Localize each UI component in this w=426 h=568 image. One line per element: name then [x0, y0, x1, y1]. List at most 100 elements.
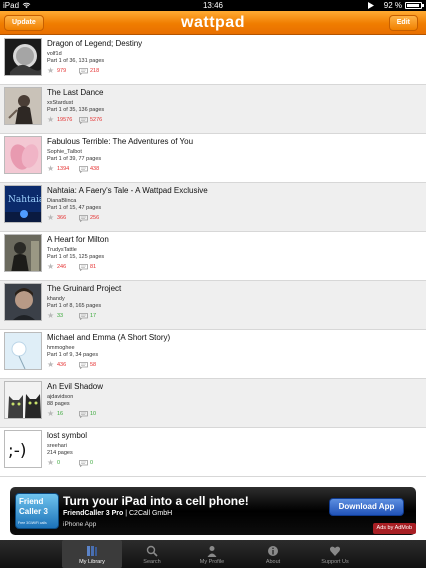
story-title: A Heart for Milton — [47, 235, 109, 244]
vote-count: 19576 — [57, 117, 73, 123]
star-icon: ★ — [47, 213, 55, 222]
story-author: DianaBlinca — [47, 198, 77, 204]
story-title: Nahtaia: A Faery's Tale - A Wattpad Excl… — [47, 186, 208, 195]
tab-label: My Library — [79, 559, 105, 565]
star-icon: ★ — [47, 409, 55, 418]
ad-product-line: FriendCaller 3 Pro | C2Call GmbH — [63, 510, 173, 517]
comment-icon — [79, 411, 88, 418]
vote-count: 33 — [57, 313, 64, 319]
tab-support-us[interactable]: Support Us — [305, 540, 365, 568]
about-icon — [267, 544, 279, 556]
story-title: Dragon of Legend; Destiny — [47, 39, 143, 48]
story-row[interactable]: The Gruinard Project khandy Part 1 of 8, 1… — [0, 281, 426, 330]
story-row[interactable]: ;-) lost symbol sreehari 214 pages ★ 0 0 — [0, 428, 426, 477]
story-author: hmmoghee — [47, 345, 75, 351]
wattpad-logo: wattpad — [181, 14, 245, 31]
star-icon: ★ — [47, 115, 55, 124]
story-row[interactable]: An Evil Shadow ajdavidson 88 pages ★ 16 10 — [0, 379, 426, 428]
edit-button[interactable]: Edit — [388, 15, 418, 31]
story-title: lost symbol — [47, 431, 88, 440]
story-author: ajdavidson — [47, 394, 74, 400]
vote-count: 436 — [57, 362, 67, 368]
vote-count: 1394 — [57, 166, 70, 172]
story-row[interactable]: Michael and Emma (A Short Story) hmmoghee… — [0, 330, 426, 379]
story-row[interactable]: Dragon of Legend; Destiny volf1d Part 1 of… — [0, 36, 426, 85]
story-list: Dragon of Legend; Destiny volf1d Part 1 of… — [0, 36, 426, 484]
battery-icon — [405, 2, 424, 9]
story-title: An Evil Shadow — [47, 382, 104, 391]
story-author: sreehari — [47, 443, 67, 449]
tab-label: Search — [143, 559, 161, 565]
ad-app-type: iPhone App — [63, 521, 97, 528]
dandelion-cover — [4, 332, 42, 370]
story-author: khandy — [47, 296, 65, 302]
dancer-cover — [4, 87, 42, 125]
comment-count: 438 — [90, 166, 100, 172]
play-icon — [368, 2, 374, 9]
story-author: TrudysTattle — [47, 247, 77, 253]
comment-icon — [79, 117, 88, 124]
friendcaller-logo: Friend Caller 3 Free 3G/WiFi calls — [15, 493, 59, 529]
tab-label: My Profile — [199, 559, 225, 565]
comment-count: 58 — [90, 362, 97, 368]
comment-icon — [79, 362, 88, 369]
comment-icon — [79, 215, 88, 222]
comment-count: 0 — [90, 460, 94, 466]
comment-icon — [79, 460, 88, 467]
ad-headline: Turn your iPad into a cell phone! — [63, 494, 249, 508]
story-author: volf1d — [47, 51, 62, 57]
tab-bar: My Library Search My Profile About Support U… — [0, 540, 426, 568]
story-title: The Gruinard Project — [47, 284, 122, 293]
admob-badge[interactable]: Ads by AdMob — [372, 523, 416, 534]
tab-about[interactable]: About — [243, 540, 303, 568]
vote-count: 979 — [57, 68, 67, 74]
download-app-button[interactable]: Download App — [329, 498, 404, 516]
story-row[interactable]: Fabulous Terrible: The Adventures of You… — [0, 134, 426, 183]
vote-count: 16 — [57, 411, 64, 417]
pink-flower-cover — [4, 136, 42, 174]
story-row[interactable]: A Heart for Milton TrudysTattle Part 1 of … — [0, 232, 426, 281]
story-parts: Part 1 of 39, 77 pages — [47, 156, 102, 162]
story-parts: Part 1 of 8, 165 pages — [47, 303, 102, 309]
story-title: Fabulous Terrible: The Adventures of You — [47, 137, 194, 146]
story-parts: Part 1 of 15, 47 pages — [47, 205, 102, 211]
comment-icon — [79, 166, 88, 173]
search-icon — [146, 544, 158, 557]
story-parts: Part 1 of 35, 136 pages — [47, 107, 105, 113]
comment-count: 17 — [90, 313, 97, 319]
story-row[interactable]: The Last Dance xxStardust Part 1 of 35, 13… — [0, 85, 426, 134]
smiley-cover: ;-) — [4, 430, 42, 468]
vote-count: 0 — [57, 460, 61, 466]
battery-percent: 92 % — [383, 1, 402, 10]
status-bar: iPad 13:46 92 % — [0, 0, 426, 11]
story-row[interactable]: Nahtaia Nahtaia: A Faery's Tale - A Wattp… — [0, 183, 426, 232]
tab-my-library[interactable]: My Library — [62, 540, 122, 568]
star-icon: ★ — [47, 458, 55, 467]
story-parts: Part 1 of 9, 34 pages — [47, 352, 99, 358]
star-icon: ★ — [47, 262, 55, 271]
comment-icon — [79, 313, 88, 320]
story-author: xxStardust — [47, 100, 73, 106]
tab-my-profile[interactable]: My Profile — [182, 540, 242, 568]
story-parts: Part 1 of 15, 125 pages — [47, 254, 105, 260]
vote-count: 366 — [57, 215, 67, 221]
story-parts: 214 pages — [47, 450, 73, 456]
svg-text:Nahtaia: Nahtaia — [8, 195, 42, 205]
svg-text:;-): ;-) — [8, 441, 27, 461]
nahtaia-cover: Nahtaia — [4, 185, 42, 223]
clock: 13:46 — [202, 1, 224, 10]
comment-count: 10 — [90, 411, 97, 417]
star-icon: ★ — [47, 164, 55, 173]
comment-icon — [79, 68, 88, 75]
ad-panel[interactable]: Friend Caller 3 Free 3G/WiFi calls Turn … — [10, 487, 416, 535]
comment-count: 81 — [90, 264, 97, 270]
milton-cover — [4, 234, 42, 272]
ad-banner[interactable]: Friend Caller 3 Free 3G/WiFi calls Turn … — [0, 484, 426, 540]
vote-count: 246 — [57, 264, 67, 270]
comment-count: 256 — [90, 215, 100, 221]
story-parts: 88 pages — [47, 401, 70, 407]
story-parts: Part 1 of 36, 131 pages — [47, 58, 105, 64]
tab-search[interactable]: Search — [122, 540, 182, 568]
tab-label: Support Us — [321, 559, 349, 565]
comment-icon — [79, 264, 88, 271]
